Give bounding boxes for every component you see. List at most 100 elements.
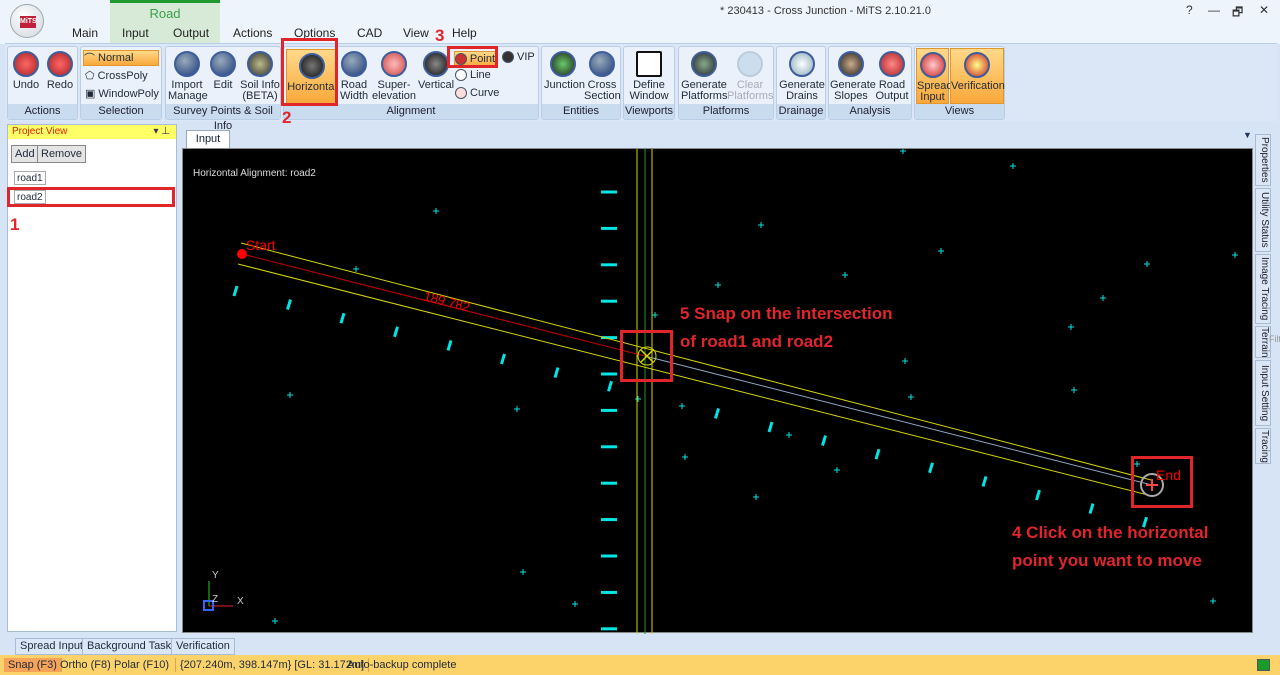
ortho-toggle[interactable]: Ortho (F8) <box>56 658 116 672</box>
selection-crosspoly[interactable]: ⬠ CrossPoly <box>85 69 148 83</box>
cross-section-mark <box>393 326 399 338</box>
selection-normal[interactable]: ⌒ Normal <box>83 50 159 66</box>
clear-platform-icon <box>737 51 763 77</box>
cross-section-mark <box>981 475 988 487</box>
group-analysis: Generate Slopes Road Output Analysis <box>828 46 912 120</box>
cross-section-marks <box>232 190 1148 631</box>
group-label-actions: Actions <box>8 104 77 119</box>
group-label-analysis: Analysis <box>829 104 911 119</box>
snap-toggle[interactable]: Snap (F3) <box>4 658 62 672</box>
undo-button[interactable]: Undo <box>11 51 41 91</box>
minimize-button[interactable]: — <box>1208 3 1220 17</box>
length-label: 189.782 <box>422 288 471 314</box>
ucs-axis-icon: Y X Z <box>203 570 244 611</box>
import-manage-button[interactable]: Import Manage <box>168 51 208 102</box>
generate-slopes-button[interactable]: Generate Slopes <box>830 51 876 102</box>
input-label: Input <box>920 91 945 103</box>
group-selection: ⌒ Normal ⬠ CrossPoly ▣ WindowPoly Selection <box>80 46 162 120</box>
window-poly-icon: ▣ <box>85 88 96 100</box>
edit-button[interactable]: Edit <box>208 51 238 91</box>
curve-button[interactable]: Curve <box>455 87 499 99</box>
restore-button[interactable]: 🗗 <box>1232 3 1243 24</box>
cross-section-button[interactable]: Cross Section <box>584 51 621 102</box>
menu-input[interactable]: Input <box>122 26 149 40</box>
filter-label: Filt <box>1269 334 1280 344</box>
bottom-tab-background-tasks[interactable]: Background Tasks <box>82 638 182 655</box>
survey-point <box>938 248 944 254</box>
line-button[interactable]: Line <box>455 69 491 81</box>
axis-y-label: Y <box>212 570 219 581</box>
survey-point <box>679 403 685 409</box>
road-output-button[interactable]: Road Output <box>873 51 911 102</box>
group-label-alignment: Alignment <box>284 104 538 119</box>
group-views: Spread Input Verification Views <box>914 46 1005 120</box>
edit-icon <box>210 51 236 77</box>
generate-drains-button[interactable]: Generate Drains <box>779 51 825 102</box>
list-item-road1[interactable]: road1 <box>14 171 46 185</box>
survey-point <box>908 394 914 400</box>
survey-point <box>1068 324 1074 330</box>
add-button[interactable]: Add <box>11 145 39 163</box>
soil-icon <box>247 51 273 77</box>
survey-point <box>753 494 759 500</box>
bottom-tab-verification[interactable]: Verification <box>171 638 235 655</box>
axis-x-label: X <box>237 596 244 607</box>
group-drainage: Generate Drains Drainage <box>776 46 826 120</box>
beta-label: (BETA) <box>242 90 278 102</box>
menu-view[interactable]: View <box>403 26 429 40</box>
platforms-label: Platforms <box>681 90 728 102</box>
menu-output[interactable]: Output <box>173 26 209 40</box>
superelevation-button[interactable]: Super-elevation <box>370 51 418 102</box>
side-tab-image-tracing[interactable]: Image Tracing <box>1255 254 1271 324</box>
project-view-header: Project View ▾ ⊥ <box>8 125 176 139</box>
side-tab-utility-status[interactable]: Utility Status <box>1255 188 1271 252</box>
drains-label: Drains <box>786 90 818 102</box>
slope-icon <box>838 51 864 77</box>
tab-dropdown-icon[interactable]: ▼ <box>1243 130 1252 140</box>
polar-toggle[interactable]: Polar (F10) <box>110 658 176 672</box>
annotation-2: 2 <box>282 108 292 127</box>
annotation-4-line2: point you want to move <box>1012 551 1202 570</box>
survey-point <box>758 222 764 228</box>
spread-input-button[interactable]: Spread Input <box>916 48 952 104</box>
vertical-alignment-icon <box>423 51 449 77</box>
vertical-label: Vertical <box>418 79 455 91</box>
edit-label: Edit <box>213 79 233 91</box>
normal-label: Normal <box>98 52 134 64</box>
redo-button[interactable]: Redo <box>45 51 75 91</box>
road-width-button[interactable]: Road Width <box>340 51 368 102</box>
annotation-5-line2: of road1 and road2 <box>680 332 834 351</box>
menu-help[interactable]: Help <box>452 26 477 40</box>
help-button[interactable]: ? <box>1186 3 1193 17</box>
verification-button[interactable]: Verification <box>950 48 1005 104</box>
generate-platforms-button[interactable]: Generate Platforms <box>681 51 727 102</box>
group-survey: Import Manage Edit Soil Info (BETA) Survey… <box>165 46 281 132</box>
remove-button[interactable]: Remove <box>37 145 86 163</box>
bottom-tab-spread-input[interactable]: Spread Input <box>15 638 88 655</box>
side-tab-properties[interactable]: Properties <box>1255 134 1271 186</box>
spread-input-icon <box>919 52 946 78</box>
manage-label: Manage <box>168 90 208 102</box>
app-logo-button[interactable]: MiTS <box>10 4 44 38</box>
selection-windowpoly[interactable]: ▣ WindowPoly <box>85 87 159 101</box>
slopes-label: Slopes <box>834 90 868 102</box>
vip-button[interactable]: VIP <box>502 51 535 63</box>
group-actions: Undo Redo Actions <box>7 46 78 120</box>
cross-section-mark <box>767 421 774 433</box>
menu-main[interactable]: Main <box>72 26 98 40</box>
soil-info-button[interactable]: Soil Info (BETA) <box>240 51 280 102</box>
cross-section-mark <box>821 435 827 447</box>
group-label-viewports: Viewports <box>624 104 674 119</box>
pin-icon[interactable]: ▾ ⊥ <box>153 125 170 139</box>
close-button[interactable]: ✕ <box>1259 3 1269 17</box>
platform-icon <box>691 51 717 77</box>
junction-button[interactable]: Junction <box>544 51 585 91</box>
junction-icon <box>550 51 576 77</box>
menu-cad[interactable]: CAD <box>357 26 382 40</box>
side-tab-input-setting[interactable]: Input Setting <box>1255 360 1271 426</box>
tab-input[interactable]: Input <box>186 130 230 148</box>
survey-point <box>520 569 526 575</box>
define-window-button[interactable]: Define Window <box>626 51 672 102</box>
menu-actions[interactable]: Actions <box>233 26 272 40</box>
side-tab-tracing[interactable]: Tracing <box>1255 428 1271 464</box>
